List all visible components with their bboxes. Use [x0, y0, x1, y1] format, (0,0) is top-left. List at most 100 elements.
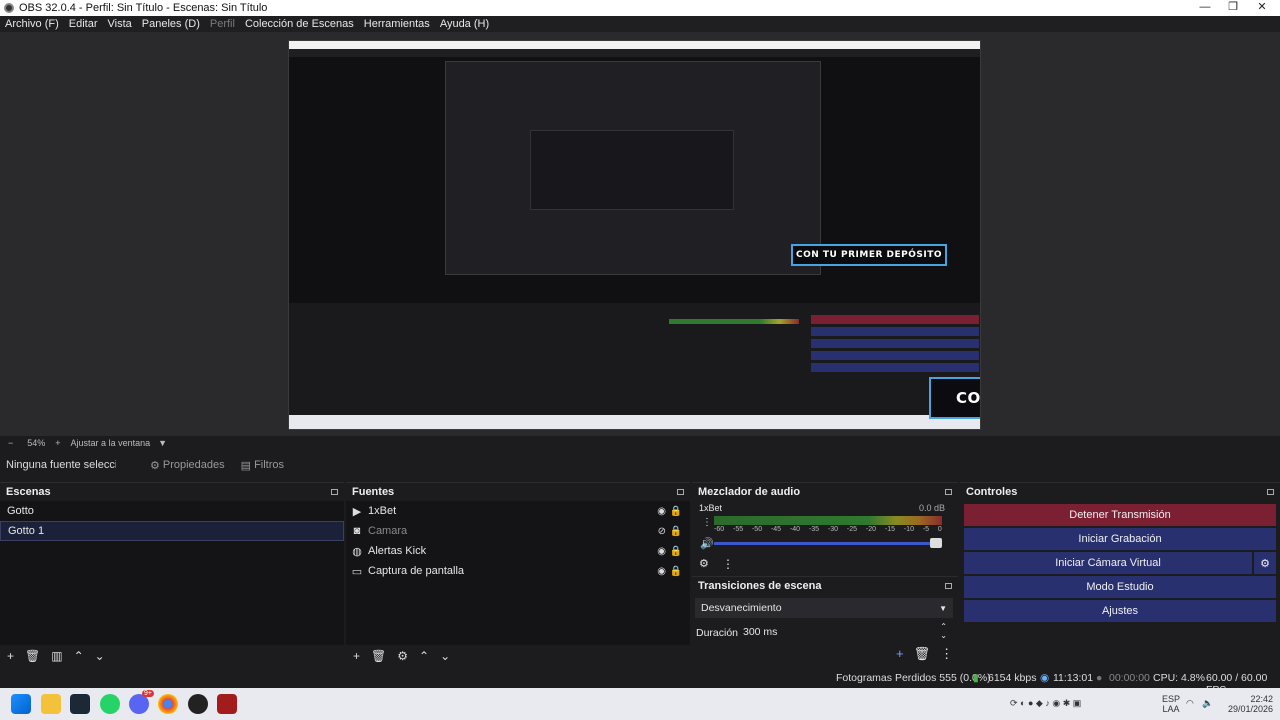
chrome-icon[interactable] [158, 694, 178, 714]
play-icon: ▶ [352, 505, 362, 518]
mixer-db-value: 0.0 dB [919, 503, 946, 513]
volume-slider[interactable] [714, 542, 936, 545]
lock-icon[interactable]: 🔒 [670, 526, 682, 537]
kebab-menu-icon[interactable]: ⋮ [722, 557, 734, 571]
steam-icon[interactable] [70, 694, 90, 714]
move-up-icon[interactable]: ⌃ [419, 649, 429, 663]
kebab-menu-icon[interactable]: ⋮ [940, 646, 953, 662]
window-title: OBS 32.0.4 - Perfil: Sin Título - Escena… [19, 2, 268, 14]
undock-icon[interactable] [945, 489, 952, 495]
chevron-down-icon[interactable]: ▼ [158, 438, 167, 448]
close-button[interactable]: ✕ [1247, 0, 1277, 16]
zoom-in-button[interactable]: + [55, 438, 60, 448]
spin-arrows-icon[interactable]: ⌃ ⌄ [940, 622, 947, 640]
fit-window-button[interactable]: Ajustar a la ventana [71, 438, 151, 448]
whatsapp-icon[interactable] [100, 694, 120, 714]
start-recording-button[interactable]: Iniciar Grabación [964, 528, 1276, 550]
nested-promo-banner: CON TU PRIMER DEPÓSITO [791, 244, 947, 266]
volume-icon[interactable]: 🔈 [1202, 698, 1213, 709]
move-down-icon[interactable]: ⌄ [95, 649, 105, 663]
wifi-icon[interactable]: ◠ [1186, 698, 1194, 709]
record-time: 00:00:00 [1109, 672, 1150, 684]
filters-button[interactable]: ▤ Filtros [241, 459, 284, 472]
menu-coleccion[interactable]: Colección de Escenas [240, 18, 359, 30]
trash-icon[interactable]: 🗑 [25, 649, 40, 663]
eye-icon[interactable]: ◉ [657, 566, 666, 577]
undock-icon[interactable] [1267, 489, 1274, 495]
clock[interactable]: 22:42 29/01/2026 [1228, 694, 1273, 714]
duration-value: 300 ms [743, 626, 778, 638]
windows-start-icon[interactable] [11, 694, 31, 714]
advanced-audio-icon[interactable]: ⚙ [699, 557, 709, 570]
file-explorer-icon[interactable] [41, 694, 61, 714]
transition-selected-value: Desvanecimiento [701, 602, 782, 614]
zoom-value: 54% [27, 437, 46, 448]
lock-icon[interactable]: 🔒 [670, 566, 682, 577]
speaker-icon[interactable]: 🔊 [700, 537, 714, 550]
filter-icon[interactable]: ▥ [51, 649, 62, 663]
source-item[interactable]: ▭ Captura de pantalla ◉ 🔒 [346, 561, 690, 581]
undock-icon[interactable] [945, 583, 952, 589]
properties-button[interactable]: ⚙ Propiedades [150, 459, 225, 472]
zoom-bar: − 54% + Ajustar a la ventana ▼ [0, 436, 1280, 449]
eye-icon[interactable]: ◉ [657, 546, 666, 557]
meter-ticks: -60 -55 -50 -45 -40 -35 -30 -25 -20 -15 -10 -5 0 [714, 526, 942, 536]
obs-taskbar-icon[interactable] [188, 694, 208, 714]
source-toolbar: Ninguna fuente seleccionada ⚙Propiedades… [0, 452, 1280, 478]
start-virtual-camera-button[interactable]: Iniciar Cámara Virtual [964, 552, 1252, 574]
transition-select[interactable]: Desvanecimiento ▼ [695, 598, 953, 618]
tray-icons[interactable]: ⟳ ◐ ● ◆ ♪ ◉ ✱ ▣ [1010, 698, 1081, 709]
lock-icon[interactable]: 🔒 [670, 506, 682, 517]
meter-tick-label: -25 [846, 526, 858, 533]
meter-tick-label: -5 [922, 526, 930, 533]
scene-item[interactable]: Gotto [0, 501, 344, 521]
zoom-out-button[interactable]: − [8, 438, 13, 448]
filter-icon: ▤ [240, 459, 252, 472]
windows-taskbar: 9+ ⟳ ◐ ● ◆ ♪ ◉ ✱ ▣ ESP LAA ◠ 🔈 22:42 29/01… [0, 688, 1280, 720]
move-down-icon[interactable]: ⌄ [440, 649, 450, 663]
lock-icon[interactable]: 🔒 [670, 546, 682, 557]
eye-slash-icon[interactable]: ⊘ [658, 526, 666, 537]
menu-herramientas[interactable]: Herramientas [359, 18, 435, 30]
source-item[interactable]: ◙ Camara ⊘ 🔒 [346, 521, 690, 541]
menu-editar[interactable]: Editar [64, 18, 103, 30]
discord-icon[interactable] [129, 694, 149, 714]
add-icon[interactable]: + [353, 649, 360, 663]
camera-icon: ◙ [353, 525, 361, 537]
nested-titlebar [289, 41, 980, 49]
stop-streaming-button[interactable]: Detener Transmisión [964, 504, 1276, 526]
source-item[interactable]: ◍ Alertas Kick ◉ 🔒 [346, 541, 690, 561]
menu-vista[interactable]: Vista [103, 18, 137, 30]
gear-icon[interactable]: ⚙ [397, 649, 408, 663]
add-icon[interactable]: + [7, 649, 14, 663]
language-indicator[interactable]: ESP LAA [1162, 694, 1180, 714]
duration-spinbox[interactable]: 300 ms ⌃ ⌄ [736, 622, 953, 642]
minimize-button[interactable]: — [1190, 0, 1220, 16]
source-item[interactable]: ▶ 1xBet ◉ 🔒 [346, 501, 690, 521]
settings-button[interactable]: Ajustes [964, 600, 1276, 622]
bitrate: 6154 kbps [988, 672, 1037, 684]
source-label: 1xBet [368, 505, 397, 517]
gear-icon[interactable]: ⚙ [1254, 552, 1276, 574]
scene-item-selected[interactable]: Gotto 1 [0, 521, 344, 541]
app-icon[interactable] [217, 694, 237, 714]
selected-source-label: Ninguna fuente seleccionada [6, 459, 116, 471]
preview-capture[interactable]: CON TU PRIMER DEPÓSITO CON TU PRIMER DEP… [288, 40, 981, 430]
volume-handle[interactable] [930, 538, 942, 548]
move-up-icon[interactable]: ⌃ [74, 649, 84, 663]
maximize-button[interactable]: ❐ [1218, 0, 1248, 16]
menu-paneles[interactable]: Paneles (D) [137, 18, 205, 30]
trash-icon[interactable]: 🗑 [371, 649, 386, 663]
menu-archivo[interactable]: Archivo (F) [0, 18, 64, 30]
studio-mode-button[interactable]: Modo Estudio [964, 576, 1276, 598]
trash-icon[interactable]: 🗑 [914, 646, 931, 662]
undock-icon[interactable] [677, 489, 684, 495]
meter-tick-label: -35 [808, 526, 820, 533]
menu-ayuda[interactable]: Ayuda (H) [435, 18, 494, 30]
eye-icon[interactable]: ◉ [657, 506, 666, 517]
add-icon[interactable]: + [896, 646, 904, 662]
kebab-menu-icon[interactable]: ⋮ [702, 517, 712, 528]
menu-perfil[interactable]: Perfil [205, 18, 240, 30]
undock-icon[interactable] [331, 489, 338, 495]
sources-title: Fuentes [352, 486, 395, 498]
